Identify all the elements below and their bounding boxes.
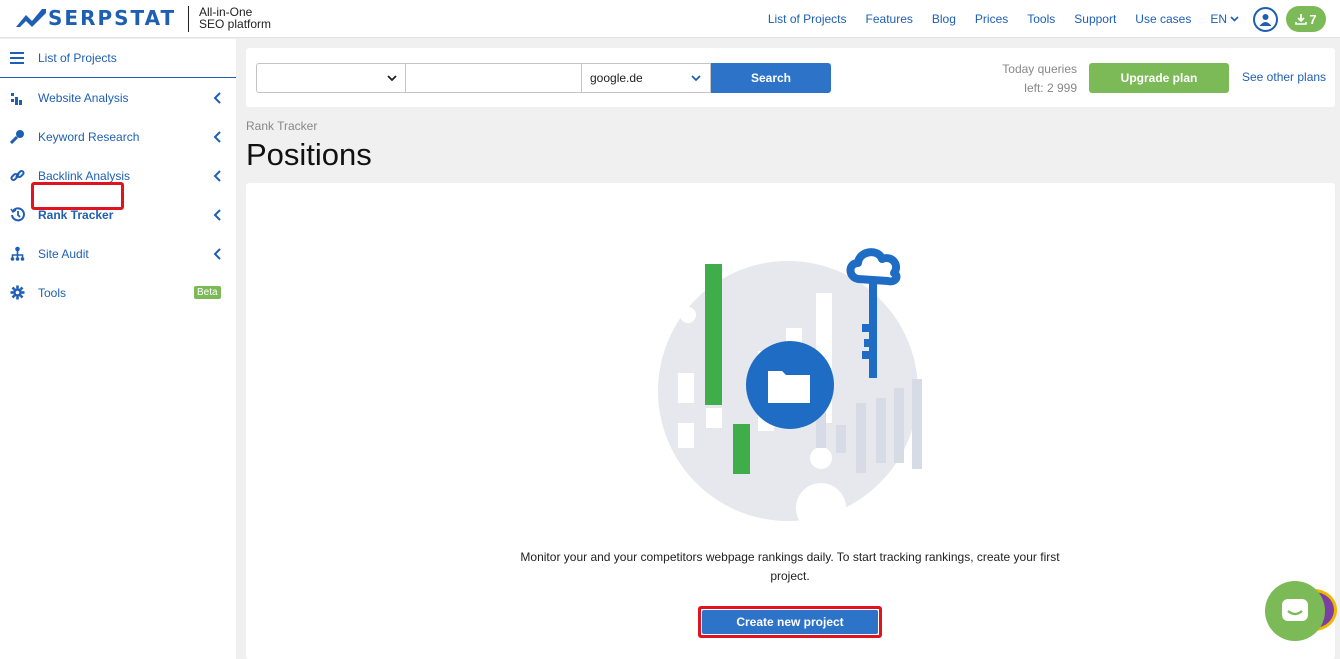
user-icon bbox=[1259, 13, 1272, 26]
search-panel: google.de Search Today queries left: 2 9… bbox=[246, 48, 1335, 107]
top-header: SERPSTAT All-in-One SEO platform List of… bbox=[0, 0, 1340, 38]
illustration-gray-bar bbox=[876, 398, 886, 463]
sidebar-item-rank-tracker[interactable]: Rank Tracker bbox=[0, 182, 236, 234]
top-nav: List of Projects Features Blog Prices To… bbox=[768, 0, 1340, 38]
illustration-green-bar bbox=[733, 424, 750, 474]
chevron-left-icon bbox=[213, 130, 221, 143]
queries-count: left: 2 999 bbox=[1024, 81, 1077, 95]
folder-icon bbox=[768, 371, 810, 403]
search-engine-value: google.de bbox=[590, 71, 643, 85]
rank-tracker-illustration bbox=[658, 248, 922, 523]
empty-state-description: Monitor your and your competitors webpag… bbox=[520, 550, 1060, 583]
logo-mark-icon bbox=[16, 9, 46, 27]
sidebar-item-label: Tools bbox=[38, 285, 67, 300]
logo-divider bbox=[188, 6, 189, 32]
see-other-plans-link[interactable]: See other plans bbox=[1242, 70, 1326, 84]
bar-chart-icon bbox=[9, 90, 25, 106]
sidebar-item-label: Site Audit bbox=[38, 246, 89, 261]
nav-tools[interactable]: Tools bbox=[1027, 12, 1055, 26]
downloads-button[interactable]: 7 bbox=[1286, 6, 1326, 32]
illustration-white-bar bbox=[678, 423, 694, 448]
nav-list-of-projects[interactable]: List of Projects bbox=[768, 12, 847, 26]
sidebar-item-label: Keyword Research bbox=[38, 129, 140, 144]
search-button[interactable]: Search bbox=[711, 63, 831, 93]
gear-icon bbox=[9, 285, 25, 301]
create-new-project-button[interactable]: Create new project bbox=[702, 610, 878, 634]
nav-use-cases[interactable]: Use cases bbox=[1135, 12, 1191, 26]
chevron-down-icon bbox=[1230, 16, 1239, 22]
sidebar-item-label: Backlink Analysis bbox=[38, 168, 131, 183]
sidebar-item-site-audit[interactable]: Site Audit bbox=[0, 234, 236, 273]
rank-tracker-highlight bbox=[31, 182, 124, 210]
chevron-down-icon bbox=[387, 75, 397, 82]
chevron-left-icon bbox=[213, 247, 221, 260]
sidebar-item-keyword-research[interactable]: Keyword Research bbox=[0, 117, 236, 156]
illustration-gray-bar bbox=[912, 379, 922, 469]
user-avatar-button[interactable] bbox=[1253, 6, 1278, 32]
illustration-gray-bar bbox=[894, 388, 904, 463]
language-selector[interactable]: EN bbox=[1210, 12, 1239, 26]
tagline-line-2: SEO platform bbox=[199, 17, 272, 31]
search-type-select[interactable] bbox=[256, 63, 406, 93]
key-icon bbox=[9, 129, 25, 145]
nav-prices[interactable]: Prices bbox=[975, 12, 1008, 26]
sidebar-item-label: Website Analysis bbox=[38, 90, 129, 105]
chevron-left-icon bbox=[213, 208, 221, 221]
queries-label: Today queries bbox=[1002, 62, 1077, 76]
nav-blog[interactable]: Blog bbox=[932, 12, 956, 26]
chevron-down-icon bbox=[691, 75, 701, 82]
nav-support[interactable]: Support bbox=[1074, 12, 1116, 26]
nav-features[interactable]: Features bbox=[866, 12, 913, 26]
illustration-gray-bar bbox=[856, 403, 866, 473]
menu-icon bbox=[9, 50, 25, 66]
empty-state-card: Monitor your and your competitors webpag… bbox=[246, 183, 1335, 659]
page-title: Positions bbox=[246, 137, 372, 172]
sidebar-item-label: List of Projects bbox=[38, 51, 117, 65]
tagline: All-in-One SEO platform bbox=[199, 6, 271, 30]
sidebar: List of Projects Website Analysis Keywor… bbox=[0, 39, 236, 659]
logo-text: SERPSTAT bbox=[48, 6, 177, 30]
chat-widget-button[interactable] bbox=[1265, 581, 1325, 641]
beta-badge: Beta bbox=[194, 286, 221, 299]
search-engine-select[interactable]: google.de bbox=[581, 63, 711, 93]
sidebar-item-tools[interactable]: Tools Beta bbox=[0, 273, 236, 312]
upgrade-plan-button[interactable]: Upgrade plan bbox=[1089, 63, 1229, 93]
sidebar-item-list-of-projects[interactable]: List of Projects bbox=[0, 39, 236, 78]
illustration-gray-bar bbox=[836, 425, 846, 453]
illustration-white-bar bbox=[678, 373, 694, 403]
link-icon bbox=[9, 168, 25, 184]
illustration-green-bar bbox=[705, 264, 722, 405]
queries-left: Today queries left: 2 999 bbox=[978, 60, 1077, 98]
download-icon bbox=[1295, 14, 1308, 25]
sidebar-item-website-analysis[interactable]: Website Analysis bbox=[0, 78, 236, 117]
illustration-white-bar bbox=[706, 408, 722, 428]
search-input[interactable] bbox=[405, 63, 582, 93]
downloads-count: 7 bbox=[1309, 11, 1317, 27]
chat-icon bbox=[1282, 599, 1308, 621]
serpstat-logo[interactable]: SERPSTAT bbox=[16, 6, 176, 30]
illustration-white-circle bbox=[810, 447, 832, 469]
language-label: EN bbox=[1210, 12, 1227, 26]
illustration-white-circle bbox=[680, 307, 696, 323]
breadcrumb[interactable]: Rank Tracker bbox=[246, 119, 317, 133]
chevron-left-icon bbox=[213, 169, 221, 182]
sitemap-icon bbox=[9, 246, 25, 262]
history-icon bbox=[9, 207, 25, 223]
chevron-left-icon bbox=[213, 91, 221, 104]
